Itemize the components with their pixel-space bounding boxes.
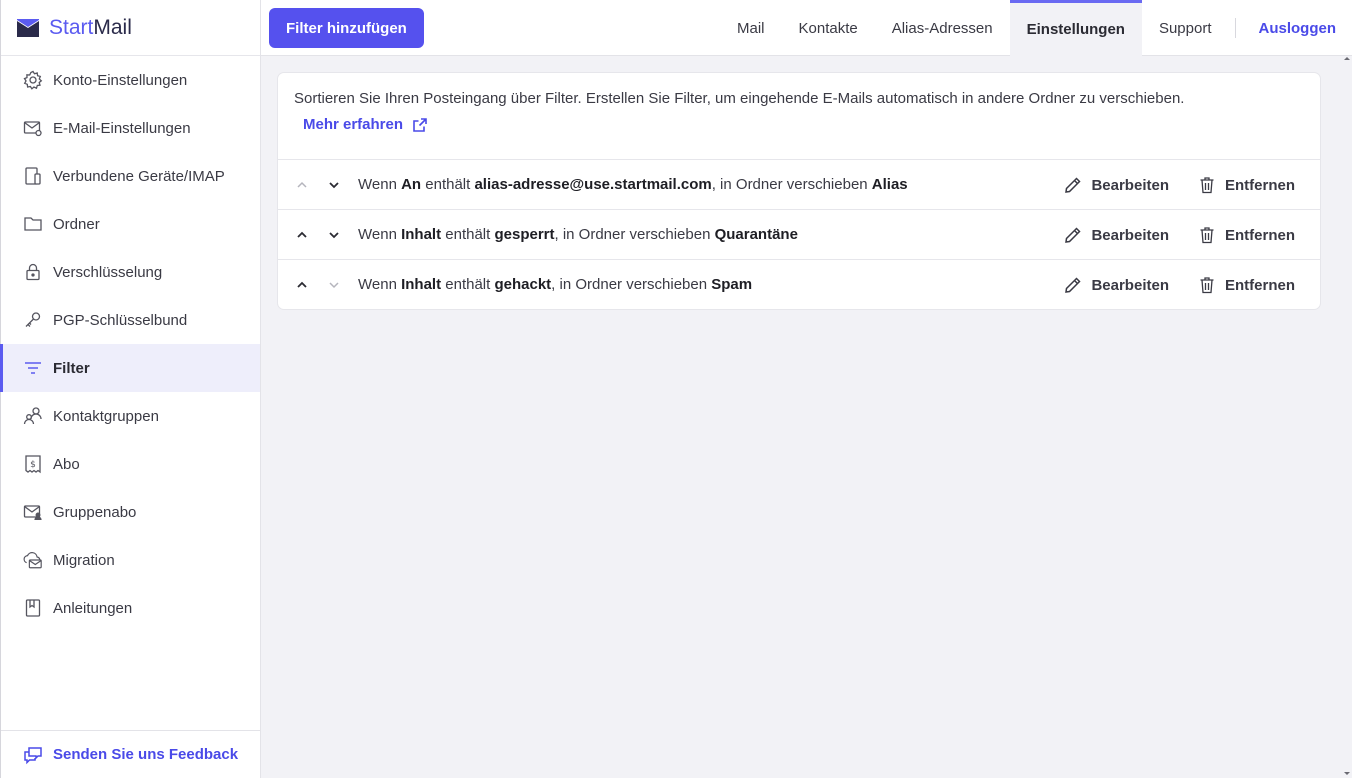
sidebar-item-label: Konto-Einstellungen xyxy=(53,71,188,89)
cloud-mail-icon xyxy=(23,550,43,570)
filter-rule-text: Wenn Inhalt enthält gehackt, in Ordner v… xyxy=(358,276,753,293)
envelope-logo-icon xyxy=(17,18,39,37)
tab-mail[interactable]: Mail xyxy=(720,0,782,56)
sidebar-item-label: E-Mail-Einstellungen xyxy=(53,119,191,137)
filter-row: Wenn An enthält alias-adresse@use.startm… xyxy=(278,159,1320,209)
sidebar-item-pgp-schluesselbund[interactable]: PGP-Schlüsselbund xyxy=(1,296,260,344)
sidebar-item-verschluesselung[interactable]: Verschlüsselung xyxy=(1,248,260,296)
pencil-icon xyxy=(1065,177,1082,193)
sidebar-item-email-einstellungen[interactable]: E-Mail-Einstellungen xyxy=(1,104,260,152)
sidebar-item-kontaktgruppen[interactable]: Kontaktgruppen xyxy=(1,392,260,440)
filter-description: Sortieren Sie Ihren Posteingang über Fil… xyxy=(294,90,1185,107)
logo-start: Start xyxy=(49,15,94,39)
page-scrollbar[interactable] xyxy=(1342,56,1352,778)
edit-button[interactable]: Bearbeiten xyxy=(1063,275,1169,295)
tab-alias[interactable]: Alias-Adressen xyxy=(875,0,1010,56)
sidebar-item-label: Gruppenabo xyxy=(53,503,137,521)
sidebar-item-label: PGP-Schlüsselbund xyxy=(53,311,188,329)
sidebar-item-label: Verschlüsselung xyxy=(53,263,163,281)
edit-button[interactable]: Bearbeiten xyxy=(1063,175,1169,195)
pencil-icon xyxy=(1065,277,1082,293)
move-down-icon[interactable] xyxy=(326,227,342,243)
edit-label: Bearbeiten xyxy=(1091,276,1169,294)
add-filter-button[interactable]: Filter hinzufügen xyxy=(269,8,424,48)
sidebar-item-ordner[interactable]: Ordner xyxy=(1,200,260,248)
move-down-icon[interactable] xyxy=(326,277,342,293)
feedback-label: Senden Sie uns Feedback xyxy=(53,746,239,763)
sidebar-item-label: Kontaktgruppen xyxy=(53,407,159,425)
pencil-icon xyxy=(1065,227,1082,243)
filter-rule-text: Wenn Inhalt enthält gesperrt, in Ordner … xyxy=(358,226,798,243)
sidebar-item-anleitungen[interactable]: Anleitungen xyxy=(1,584,260,632)
lock-icon xyxy=(23,262,43,282)
logout-link[interactable]: Ausloggen xyxy=(1242,0,1352,56)
tab-separator xyxy=(1234,18,1236,38)
sidebar-item-label: Migration xyxy=(53,551,115,569)
remove-button[interactable]: Entfernen xyxy=(1197,225,1295,245)
filter-card: Sortieren Sie Ihren Posteingang über Fil… xyxy=(277,72,1321,310)
filter-rule-text: Wenn An enthält alias-adresse@use.startm… xyxy=(358,176,908,193)
sidebar-item-migration[interactable]: Migration xyxy=(1,536,260,584)
remove-button[interactable]: Entfernen xyxy=(1197,175,1295,195)
edit-label: Bearbeiten xyxy=(1091,176,1169,194)
feedback-link[interactable]: Senden Sie uns Feedback xyxy=(1,730,260,778)
edit-button[interactable]: Bearbeiten xyxy=(1063,225,1169,245)
external-link-icon xyxy=(413,117,427,132)
edit-label: Bearbeiten xyxy=(1091,226,1169,244)
move-up-icon[interactable] xyxy=(294,177,310,193)
filter-actions: Bearbeiten Entfernen xyxy=(1063,260,1295,310)
trash-icon xyxy=(1200,177,1214,194)
move-up-icon[interactable] xyxy=(294,227,310,243)
tab-contacts[interactable]: Kontakte xyxy=(782,0,875,56)
sidebar-item-verbundene-geraete[interactable]: Verbundene Geräte/IMAP xyxy=(1,152,260,200)
subscription-icon: $ xyxy=(23,454,43,474)
contact-group-icon xyxy=(23,406,43,426)
trash-icon xyxy=(1200,277,1214,294)
sidebar-item-label: Abo xyxy=(53,455,80,473)
learn-more-link[interactable]: Mehr erfahren xyxy=(303,116,428,133)
mail-settings-icon xyxy=(23,118,43,138)
sidebar-item-label: Anleitungen xyxy=(53,599,133,617)
sidebar-item-konto-einstellungen[interactable]: Konto-Einstellungen xyxy=(1,56,260,104)
logo[interactable]: Start Mail xyxy=(1,0,260,56)
trash-icon xyxy=(1200,227,1214,244)
main-nav: Mail Kontakte Alias-Adressen Einstellung… xyxy=(720,0,1352,56)
filter-row: Wenn Inhalt enthält gesperrt, in Ordner … xyxy=(278,209,1320,259)
folder-icon xyxy=(23,214,43,234)
sidebar-item-label: Ordner xyxy=(53,215,100,233)
key-icon xyxy=(23,310,43,330)
svg-text:$: $ xyxy=(30,460,36,470)
group-mail-icon xyxy=(23,502,43,522)
move-down-icon[interactable] xyxy=(326,177,342,193)
devices-icon xyxy=(23,166,43,186)
sidebar-item-label: Filter xyxy=(53,359,90,377)
tab-settings[interactable]: Einstellungen xyxy=(1009,0,1142,56)
remove-button[interactable]: Entfernen xyxy=(1197,275,1295,295)
sidebar: Start Mail Konto-Einstellungen E-Mail-Ein… xyxy=(0,0,261,778)
filter-list: Wenn An enthält alias-adresse@use.startm… xyxy=(278,159,1320,309)
remove-label: Entfernen xyxy=(1224,276,1295,294)
sidebar-item-filter[interactable]: Filter xyxy=(0,344,260,392)
filter-actions: Bearbeiten Entfernen xyxy=(1063,210,1295,260)
book-icon xyxy=(23,598,43,618)
learn-more-label: Mehr erfahren xyxy=(303,116,404,133)
filter-icon xyxy=(23,358,43,378)
topbar: Filter hinzufügen Mail Kontakte Alias-Ad… xyxy=(261,0,1352,56)
filter-actions: Bearbeiten Entfernen xyxy=(1063,160,1295,210)
logo-mail: Mail xyxy=(93,15,132,39)
remove-label: Entfernen xyxy=(1224,176,1295,194)
gear-icon xyxy=(23,70,43,90)
sidebar-item-abo[interactable]: $ Abo xyxy=(1,440,260,488)
sidebar-item-label: Verbundene Geräte/IMAP xyxy=(53,167,225,185)
filter-row: Wenn Inhalt enthält gehackt, in Ordner v… xyxy=(278,259,1320,309)
sidebar-item-gruppenabo[interactable]: Gruppenabo xyxy=(1,488,260,536)
tab-support[interactable]: Support xyxy=(1142,0,1229,56)
chat-bubbles-icon xyxy=(23,745,43,765)
move-up-icon[interactable] xyxy=(294,277,310,293)
remove-label: Entfernen xyxy=(1224,226,1295,244)
